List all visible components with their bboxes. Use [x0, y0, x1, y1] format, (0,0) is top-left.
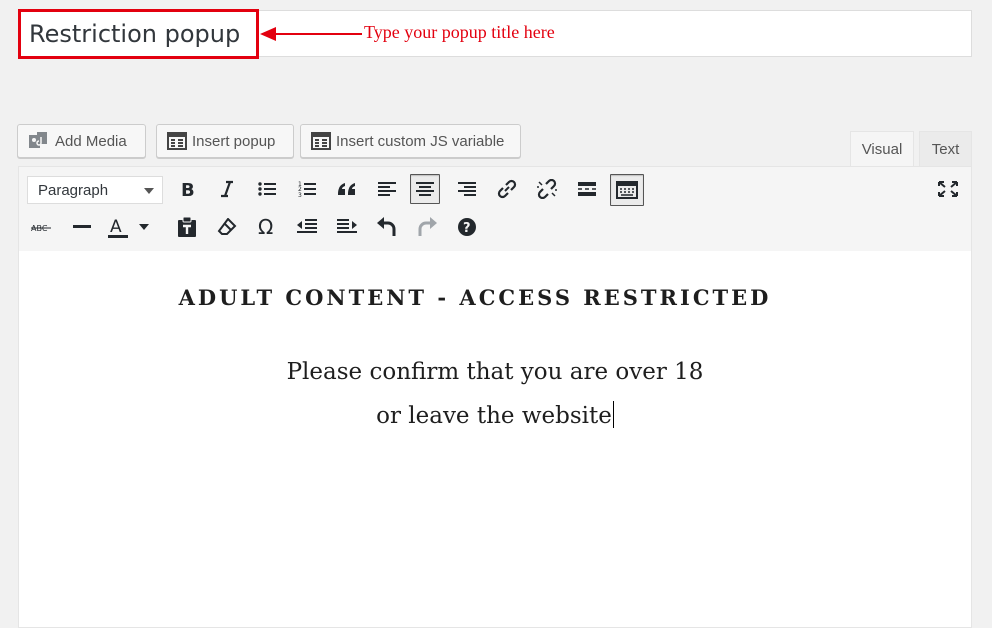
insert-popup-label: Insert popup [192, 132, 276, 150]
content-line-1: Please confirm that you are over 18 [286, 359, 704, 385]
italic-button[interactable] [212, 174, 242, 204]
special-character-button[interactable]: Ω [252, 212, 282, 242]
text-color-dropdown[interactable] [137, 212, 151, 242]
svg-text:B: B [181, 180, 195, 198]
indent-button[interactable] [332, 212, 362, 242]
italic-icon [221, 180, 233, 198]
align-center-button[interactable] [410, 174, 440, 204]
strikethrough-icon: ABC [31, 224, 51, 233]
blockquote-button[interactable] [332, 174, 362, 204]
horizontal-line-icon [73, 225, 91, 228]
popup-title-input[interactable]: Restriction popup [18, 9, 259, 59]
unlink-button[interactable] [532, 174, 562, 204]
bullet-list-button[interactable] [252, 174, 282, 204]
chevron-down-icon [144, 188, 154, 194]
paste-text-button[interactable] [172, 212, 202, 242]
insert-js-variable-button[interactable]: Insert custom JS variable [300, 124, 521, 158]
bold-icon: B [181, 180, 195, 198]
editor-toolbar: Paragraph B 123 ABC A Ω ? [18, 166, 972, 252]
blockquote-icon [338, 183, 355, 195]
indent-icon [337, 219, 357, 233]
text-cursor [612, 401, 614, 428]
help-button[interactable]: ? [452, 212, 482, 242]
format-select-value: Paragraph [38, 181, 109, 199]
table-grid-icon [311, 132, 331, 150]
chevron-down-icon [139, 224, 149, 230]
numbered-list-button[interactable]: 123 [292, 174, 322, 204]
tab-text[interactable]: Text [919, 131, 972, 167]
help-icon: ? [458, 218, 476, 236]
toolbar-toggle-icon [616, 181, 638, 199]
redo-button[interactable] [412, 212, 442, 242]
svg-text:Ω: Ω [258, 217, 273, 237]
read-more-button[interactable] [572, 174, 602, 204]
bullet-list-icon [258, 182, 276, 196]
link-icon [497, 179, 517, 199]
numbered-list-icon: 123 [298, 181, 316, 198]
align-left-icon [378, 182, 396, 196]
strikethrough-button[interactable]: ABC [27, 212, 57, 242]
clear-format-icon [217, 218, 237, 235]
clear-formatting-button[interactable] [212, 212, 242, 242]
special-character-icon: Ω [258, 217, 273, 237]
undo-icon [377, 217, 396, 236]
toolbar-toggle-button[interactable] [610, 174, 644, 206]
add-media-button[interactable]: Add Media [17, 124, 146, 158]
read-more-icon [578, 182, 596, 196]
content-heading: ADULT CONTENT - ACCESS RESTRICTED [178, 285, 772, 310]
outdent-button[interactable] [292, 212, 322, 242]
insert-js-variable-label: Insert custom JS variable [336, 132, 505, 150]
align-left-button[interactable] [372, 174, 402, 204]
add-media-label: Add Media [55, 132, 127, 150]
horizontal-line-button[interactable] [67, 212, 97, 242]
paste-text-icon [178, 217, 196, 237]
bold-button[interactable]: B [172, 174, 202, 204]
svg-text:?: ? [463, 221, 471, 236]
text-color-button[interactable]: A [107, 212, 129, 242]
fullscreen-icon [938, 181, 958, 197]
outdent-icon [297, 219, 317, 233]
svg-text:A: A [110, 217, 122, 237]
redo-icon [418, 217, 437, 236]
annotation-arrow-icon [260, 27, 362, 41]
svg-text:3: 3 [298, 192, 302, 198]
text-color-icon: A [108, 217, 128, 238]
editor-content-area[interactable]: ADULT CONTENT - ACCESS RESTRICTED Please… [18, 251, 972, 628]
content-line-2-text: or leave the website [376, 403, 612, 429]
align-right-button[interactable] [452, 174, 482, 204]
insert-popup-button[interactable]: Insert popup [156, 124, 294, 158]
format-select[interactable]: Paragraph [27, 176, 163, 204]
annotation-text: Type your popup title here [364, 22, 555, 42]
table-grid-icon [167, 132, 187, 150]
tab-visual[interactable]: Visual [850, 131, 914, 167]
add-media-icon [29, 132, 47, 148]
align-center-icon [416, 182, 434, 196]
align-right-icon [458, 182, 476, 196]
unlink-icon [537, 179, 557, 199]
insert-link-button[interactable] [492, 174, 522, 204]
fullscreen-button[interactable] [933, 174, 963, 204]
content-line-2: or leave the website [19, 401, 971, 429]
undo-button[interactable] [372, 212, 402, 242]
